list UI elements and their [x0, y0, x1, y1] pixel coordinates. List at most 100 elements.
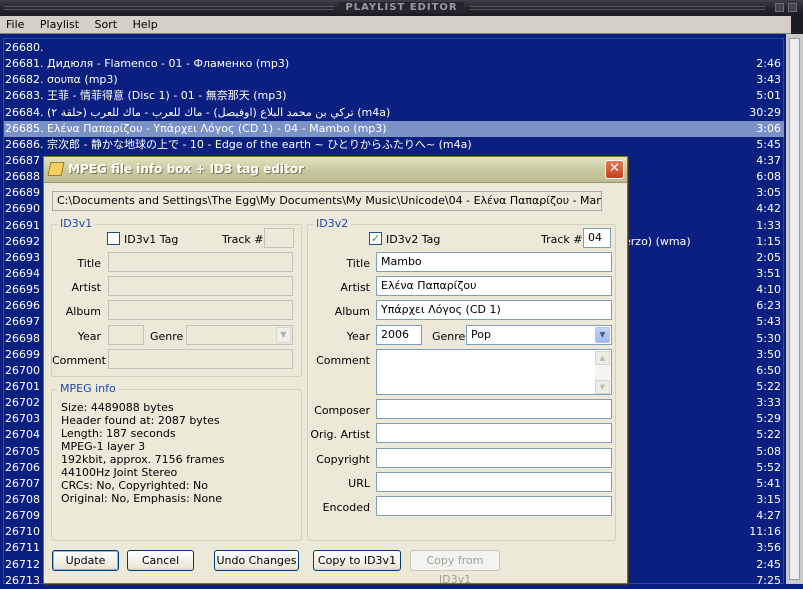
playlist-row-duration: 2:45 [756, 557, 781, 571]
playlist-row-title: 26688 [5, 170, 40, 184]
id3v1-year-input[interactable] [108, 325, 144, 345]
undo-changes-button[interactable]: Undo Changes [214, 550, 299, 571]
id3v1-comment-input[interactable] [108, 349, 293, 369]
id3v1-track-input[interactable] [264, 228, 294, 248]
chevron-down-icon[interactable]: ▼ [276, 327, 291, 343]
dialog-titlebar[interactable]: MPEG file info box + ID3 tag editor ✕ [44, 157, 627, 183]
playlist-row[interactable]: 26685. Ελένα Παπαρίζου - Υπάρχει Λόγος (… [4, 120, 784, 137]
id3v2-genre-select[interactable]: Pop ▼ [466, 325, 612, 345]
id3v2-encoded-input[interactable] [376, 496, 612, 516]
mpeg-info-line: Length: 187 seconds [61, 427, 176, 440]
id3v2-album-input[interactable]: Υπάρχει Λόγος (CD 1) [376, 300, 612, 320]
id3v2-orig-artist-input[interactable] [376, 423, 612, 443]
playlist-row-title: 26713 [5, 573, 40, 587]
mpeg-info-group-label: MPEG info [57, 383, 119, 395]
file-path-field[interactable]: C:\Documents and Settings\The Egg\My Doc… [52, 191, 602, 211]
id3v1-tag-label: ID3v1 Tag [124, 233, 179, 246]
comment-scrollbar[interactable]: ▲ ▼ [595, 351, 610, 394]
id3v2-copyright-label: Copyright [316, 453, 370, 466]
menu-sort[interactable]: Sort [89, 16, 124, 34]
id3v1-album-input[interactable] [108, 300, 293, 320]
playlist-row-duration: 3:50 [756, 347, 781, 361]
mpeg-info-line: MPEG-1 layer 3 [61, 440, 146, 453]
scroll-down-icon[interactable]: ▼ [595, 380, 610, 394]
playlist-row[interactable]: 26681. Дидюля - Flamenco - 01 - Фламенко… [4, 56, 784, 72]
close-window-button[interactable] [788, 3, 797, 12]
id3v2-composer-input[interactable] [376, 399, 612, 419]
chevron-down-icon[interactable]: ▼ [595, 327, 610, 343]
id3v1-title-input[interactable] [108, 252, 293, 272]
id3v1-genre-label: Genre [150, 330, 184, 343]
playlist-row-duration: 5:43 [756, 315, 781, 329]
titlebar-grip-left [4, 6, 334, 10]
mpeg-info-line: 192kbit, approx. 7156 frames [61, 453, 225, 466]
playlist-row[interactable]: 26683. 王菲 - 情菲得意 (Disc 1) - 01 - 無奈那天 (m… [4, 88, 784, 104]
playlist-row-duration: 2:05 [756, 250, 781, 264]
playlist-row-title: 26711 [5, 541, 40, 555]
mpeg-info-line: Header found at: 2087 bytes [61, 414, 220, 427]
playlist-scrollbar[interactable] [786, 34, 803, 584]
playlist-row[interactable]: 26686. 宗次郎 - 静かな地球の上で - 10 - Edge of the… [4, 137, 784, 153]
copy-to-id3v1-button[interactable]: Copy to ID3v1 [313, 550, 401, 571]
id3v1-tag-checkbox[interactable] [107, 232, 120, 245]
shade-button[interactable] [775, 3, 784, 12]
playlist-row-duration: 6:23 [756, 299, 781, 313]
playlist-row-title: 26698 [5, 331, 40, 345]
id3v2-track-input[interactable]: 04 [583, 228, 611, 248]
menu-help[interactable]: Help [127, 16, 164, 34]
id3v2-year-label: Year [346, 330, 370, 343]
playlist-row-title: 26710 [5, 525, 40, 539]
playlist-row-duration: 11:16 [749, 525, 781, 539]
id3v2-copyright-input[interactable] [376, 448, 612, 468]
playlist-row-title: 26691 [5, 218, 40, 232]
id3v1-genre-select[interactable]: ▼ [186, 325, 293, 345]
id3v2-genre-label: Genre [432, 330, 466, 343]
playlist-titlebar[interactable]: PLAYLIST EDITOR [0, 0, 803, 16]
pencil-icon [47, 162, 65, 176]
playlist-row-duration: 30:29 [749, 105, 781, 119]
playlist-row-title: 26712 [5, 557, 40, 571]
playlist-row[interactable]: 26682. σουπα (mp3) 3:43 [4, 72, 784, 88]
scrollbar-thumb[interactable] [789, 38, 800, 580]
mpeg-info-line: CRCs: No, Copyrighted: No [61, 479, 209, 492]
playlist-row-duration: 4:37 [756, 153, 781, 167]
playlist-row-title: 26690 [5, 202, 40, 216]
id3v2-tag-checkbox[interactable]: ✓ [369, 232, 382, 245]
playlist-row[interactable]: 26680. [4, 40, 784, 56]
playlist-row-duration: 5:08 [756, 444, 781, 458]
menu-file[interactable]: File [0, 16, 30, 34]
playlist-row-title: 26693 [5, 250, 40, 264]
id3v2-encoded-label: Encoded [322, 501, 370, 514]
close-icon[interactable]: ✕ [605, 160, 624, 179]
playlist-row-duration: 1:15 [756, 234, 781, 248]
playlist-row-duration: 1:33 [756, 218, 781, 232]
playlist-row-title: 26695 [5, 283, 40, 297]
id3v2-group: ID3v2 ✓ ID3v2 Tag Track # 04 Title Mambo… [307, 218, 616, 541]
playlist-row-duration: 2:46 [756, 57, 781, 71]
playlist-row-duration: 3:06 [756, 121, 781, 135]
playlist-row-title-tail: erzo) (wma) [624, 234, 691, 248]
playlist-row-title: 26709 [5, 509, 40, 523]
playlist-row-title: 26706 [5, 460, 40, 474]
playlist-row-duration: 6:08 [756, 170, 781, 184]
id3v2-artist-input[interactable]: Ελένα Παπαρίζου [376, 276, 612, 296]
id3v2-year-input[interactable]: 2006 [376, 325, 422, 345]
playlist-row-duration: 7:25 [756, 573, 781, 587]
playlist-row-title: 26683. 王菲 - 情菲得意 (Disc 1) - 01 - 無奈那天 (m… [5, 89, 287, 103]
playlist-row-title: 26699 [5, 347, 40, 361]
playlist-row-duration: 3:05 [756, 186, 781, 200]
id3v2-comment-textarea[interactable]: ▲ ▼ [376, 349, 612, 395]
id3v1-artist-input[interactable] [108, 276, 293, 296]
cancel-button[interactable]: Cancel [127, 550, 194, 571]
update-button[interactable]: Update [52, 550, 119, 571]
id3v2-title-input[interactable]: Mambo [376, 252, 612, 272]
playlist-row-title: 26684. تركي بن محمد البلاع (اوفيصل) - ما… [5, 105, 391, 119]
menubar: File Playlist Sort Help [0, 16, 803, 34]
copy-from-id3v1-button[interactable]: Copy from ID3v1 [410, 550, 500, 586]
id3v2-url-input[interactable] [376, 472, 612, 492]
scroll-up-icon[interactable]: ▲ [595, 351, 610, 365]
playlist-row[interactable]: 26684. تركي بن محمد البلاع (اوفيصل) - ما… [4, 105, 784, 121]
menu-playlist[interactable]: Playlist [34, 16, 85, 34]
playlist-row-title: 26702 [5, 396, 40, 410]
id3v2-orig-artist-label: Orig. Artist [310, 428, 370, 441]
